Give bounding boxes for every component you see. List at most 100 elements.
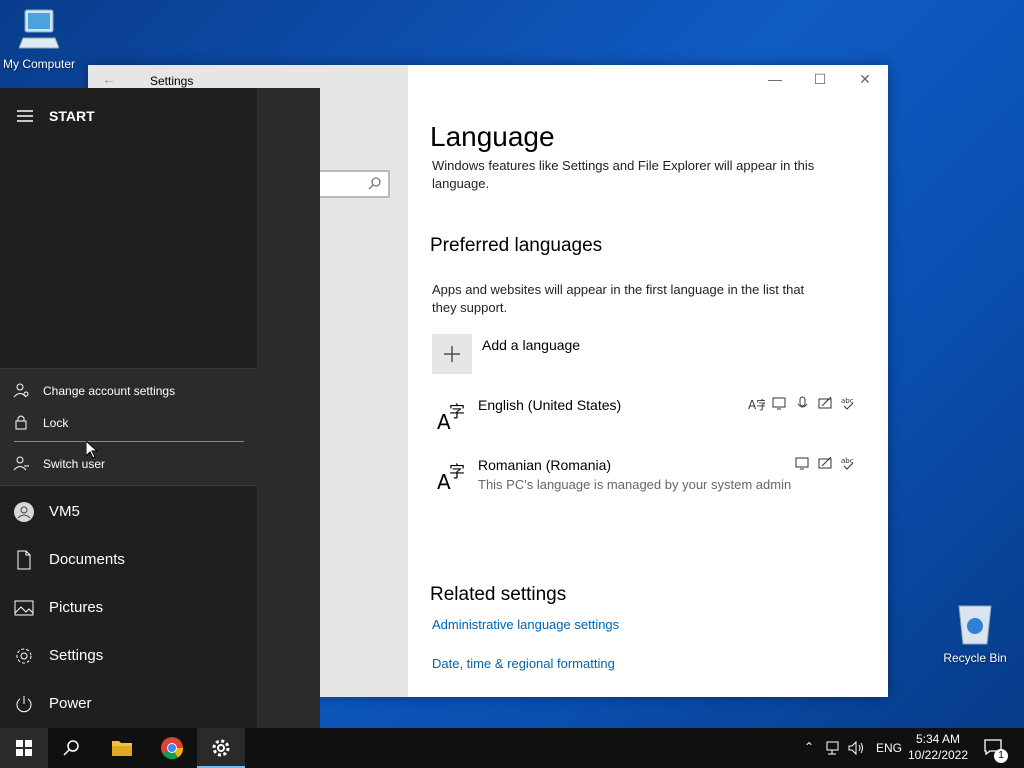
start-item-settings[interactable]: Settings [0, 634, 257, 678]
user-name-label: VM5 [49, 503, 80, 520]
handwriting-icon [817, 455, 834, 472]
svg-text:A字: A字 [748, 397, 765, 412]
lock-label: Lock [43, 416, 69, 430]
change-account-settings-label: Change account settings [43, 384, 176, 398]
handwriting-icon [817, 395, 834, 412]
folder-icon [112, 741, 132, 756]
clock-time: 5:34 AM [915, 732, 961, 746]
taskbar-search-button[interactable] [48, 728, 96, 768]
notification-count-badge: 1 [994, 749, 1008, 763]
language-glyph-icon: A 字 [437, 462, 465, 493]
language-name: English (United States) [478, 397, 622, 413]
lock-icon [15, 415, 27, 430]
spell-check-icon: abc [840, 395, 857, 412]
minimize-button[interactable]: — [760, 71, 790, 91]
start-item-documents[interactable]: Documents [0, 538, 257, 582]
language-item-romanian[interactable]: A 字 Romanian (Romania) This PC's languag… [432, 455, 872, 503]
clock[interactable]: 5:34 AM 10/22/2022 [906, 728, 970, 768]
speech-recognition-icon [794, 395, 811, 412]
pictures-label: Pictures [49, 599, 104, 616]
input-language-indicator[interactable]: ENG [876, 741, 902, 755]
recycle-bin-label: Recycle Bin [943, 651, 1007, 665]
text-to-speech-icon [771, 395, 788, 412]
clock-date: 10/22/2022 [907, 748, 969, 762]
language-features: abc [794, 455, 857, 472]
add-language-button[interactable]: Add a language [432, 334, 652, 374]
intro-line-1: Windows features like Settings and File … [432, 158, 815, 173]
intro-text: Windows features like Settings and File … [432, 157, 814, 193]
maximize-button[interactable]: ☐ [805, 71, 835, 91]
display-language-icon: A字 [748, 395, 768, 412]
notification-center-button[interactable]: 1 [976, 728, 1024, 768]
start-title: START [49, 108, 95, 124]
change-account-settings-item[interactable]: Change account settings [0, 376, 257, 404]
preferred-languages-heading: Preferred languages [430, 235, 603, 256]
taskbar: ⌃ ENG 5:34 AM 10/22/2022 1 [0, 728, 1024, 768]
add-icon [432, 334, 472, 374]
add-language-label: Add a language [482, 337, 581, 353]
switch-user-item[interactable]: Switch user [0, 449, 257, 477]
start-tiles-area [257, 88, 320, 728]
my-computer-desktop-icon[interactable]: My Computer [0, 8, 78, 71]
power-label: Power [49, 695, 92, 712]
recycle-bin-desktop-icon[interactable]: Recycle Bin [940, 602, 1010, 665]
gear-icon [16, 648, 32, 664]
chrome-icon [161, 737, 184, 760]
spell-check-icon: abc [840, 455, 857, 472]
language-name: Romanian (Romania) [478, 457, 612, 473]
text-to-speech-icon [794, 455, 811, 472]
page-title: Language [430, 121, 555, 152]
power-icon [16, 696, 32, 713]
start-item-pictures[interactable]: Pictures [0, 586, 257, 630]
preferred-desc-line-1: Apps and websites will appear in the fir… [432, 282, 805, 297]
search-icon [63, 740, 79, 756]
window-title: Settings [150, 74, 194, 88]
preferred-desc-line-2: they support. [432, 300, 508, 315]
network-icon[interactable] [826, 740, 842, 756]
recycle-bin-icon [958, 605, 992, 645]
taskbar-file-explorer[interactable] [98, 728, 146, 768]
mouse-cursor-icon [86, 441, 98, 459]
date-time-regional-link[interactable]: Date, time & regional formatting [432, 656, 615, 671]
pictures-icon [14, 600, 34, 616]
lock-item[interactable]: Lock [0, 408, 257, 436]
preferred-description: Apps and websites will appear in the fir… [432, 281, 804, 317]
start-rail: START Change account settings Lock Switc… [0, 88, 257, 728]
show-hidden-icons-chevron-up-icon[interactable]: ⌃ [804, 740, 814, 754]
settings-content: — ☐ ✕ Language Windows features like Set… [408, 65, 888, 697]
language-item-english[interactable]: A 字 English (United States) A字 abc [432, 395, 872, 443]
switch-user-icon [13, 456, 29, 471]
account-menu: Change account settings Lock Switch user [0, 368, 257, 486]
windows-logo-icon [16, 740, 32, 756]
computer-icon [18, 9, 60, 49]
back-arrow-icon[interactable]: ← [102, 71, 116, 87]
taskbar-settings[interactable] [197, 728, 245, 768]
start-menu: START Change account settings Lock Switc… [0, 88, 320, 728]
intro-line-2: language. [432, 176, 490, 191]
taskbar-chrome[interactable] [148, 728, 196, 768]
account-settings-icon [13, 383, 29, 398]
language-glyph-icon: A 字 [437, 402, 465, 433]
start-header[interactable]: START [0, 102, 257, 130]
volume-icon[interactable] [848, 740, 866, 756]
document-icon [17, 550, 31, 570]
related-settings-heading: Related settings [430, 584, 567, 605]
user-avatar-icon [14, 502, 34, 522]
settings-label: Settings [49, 647, 104, 664]
language-features: A字 abc [748, 395, 857, 412]
start-item-user[interactable]: VM5 [0, 490, 257, 534]
hamburger-icon [17, 110, 33, 122]
svg-text:字: 字 [449, 462, 465, 481]
language-managed-note: This PC's language is managed by your sy… [478, 477, 792, 492]
my-computer-label: My Computer [2, 57, 76, 71]
switch-user-label: Switch user [43, 457, 106, 471]
gear-icon [212, 739, 230, 757]
documents-label: Documents [49, 551, 125, 568]
svg-text:字: 字 [449, 402, 465, 421]
system-tray-icons: ⌃ [800, 728, 872, 768]
account-menu-divider [14, 441, 244, 442]
close-button[interactable]: ✕ [850, 71, 880, 91]
start-item-power[interactable]: Power [0, 682, 257, 726]
start-button[interactable] [0, 728, 48, 768]
administrative-language-link[interactable]: Administrative language settings [432, 617, 619, 632]
